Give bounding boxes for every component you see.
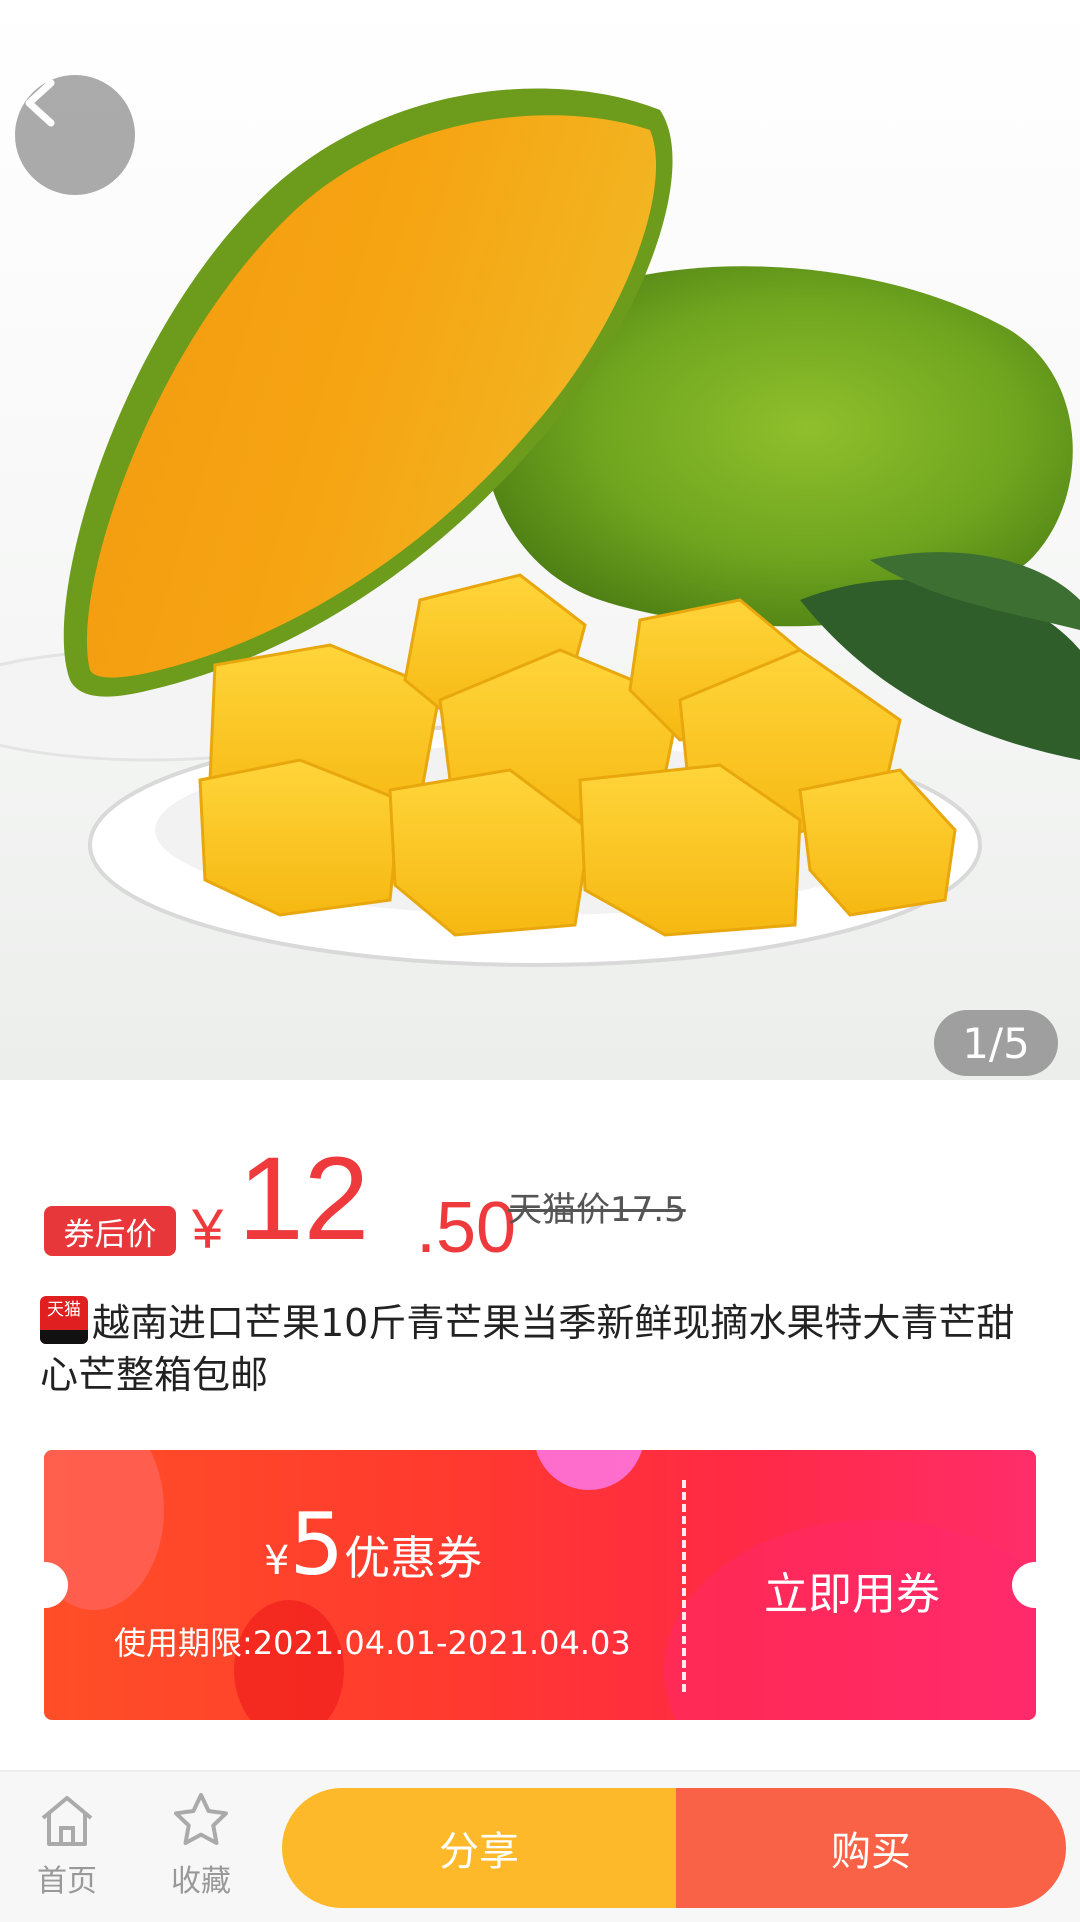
nav-favorite[interactable]: 收藏 bbox=[146, 1790, 256, 1900]
coupon-price-tag: 券后价 bbox=[44, 1206, 176, 1256]
coupon-currency: ¥ bbox=[264, 1538, 290, 1584]
nav-home[interactable]: 首页 bbox=[12, 1790, 122, 1900]
home-icon bbox=[41, 1796, 93, 1846]
share-button[interactable]: 分享 bbox=[282, 1788, 676, 1908]
use-coupon-button[interactable]: 立即用券 bbox=[764, 1558, 940, 1622]
back-button[interactable] bbox=[15, 75, 135, 195]
coupon-divider bbox=[682, 1480, 686, 1692]
coupon-label: 优惠券 bbox=[344, 1531, 483, 1585]
price-decimal: .50 bbox=[416, 1188, 517, 1268]
product-image-carousel[interactable]: 1/5 bbox=[0, 0, 1080, 1080]
coupon-amount: ¥5优惠券 bbox=[264, 1502, 482, 1588]
image-counter: 1/5 bbox=[934, 1010, 1058, 1076]
chevron-left-icon bbox=[25, 79, 55, 127]
coupon-amount-value: 5 bbox=[289, 1495, 345, 1595]
product-title: 天猫 越南进口芒果10斤青芒果当季新鲜现摘水果特大青芒甜心芒整箱包邮 bbox=[40, 1296, 1040, 1401]
mango-photo bbox=[0, 88, 1080, 967]
nav-home-label: 首页 bbox=[37, 1864, 97, 1899]
nav-favorite-label: 收藏 bbox=[171, 1864, 231, 1899]
tmall-badge-label: 天猫 bbox=[47, 1300, 81, 1320]
coupon-validity: 使用期限:2021.04.01-2021.04.03 bbox=[114, 1624, 631, 1662]
original-price: 天猫价17.5 bbox=[508, 1190, 686, 1230]
buy-button[interactable]: 购买 bbox=[676, 1788, 1066, 1908]
product-title-text: 越南进口芒果10斤青芒果当季新鲜现摘水果特大青芒甜心芒整箱包邮 bbox=[40, 1301, 1015, 1397]
tmall-badge-icon: 天猫 bbox=[40, 1296, 88, 1344]
star-icon bbox=[174, 1793, 228, 1845]
coupon-card[interactable]: ¥5优惠券 使用期限:2021.04.01-2021.04.03 立即用券 bbox=[44, 1450, 1036, 1720]
price-integer: 12 bbox=[238, 1133, 370, 1265]
bottom-action-bar: 首页 收藏 分享 购买 bbox=[0, 1770, 1080, 1922]
price-currency: ¥ bbox=[192, 1197, 224, 1260]
price-section: 券后价 ¥ 12 .50 天猫价17.5 bbox=[44, 1133, 1044, 1265]
